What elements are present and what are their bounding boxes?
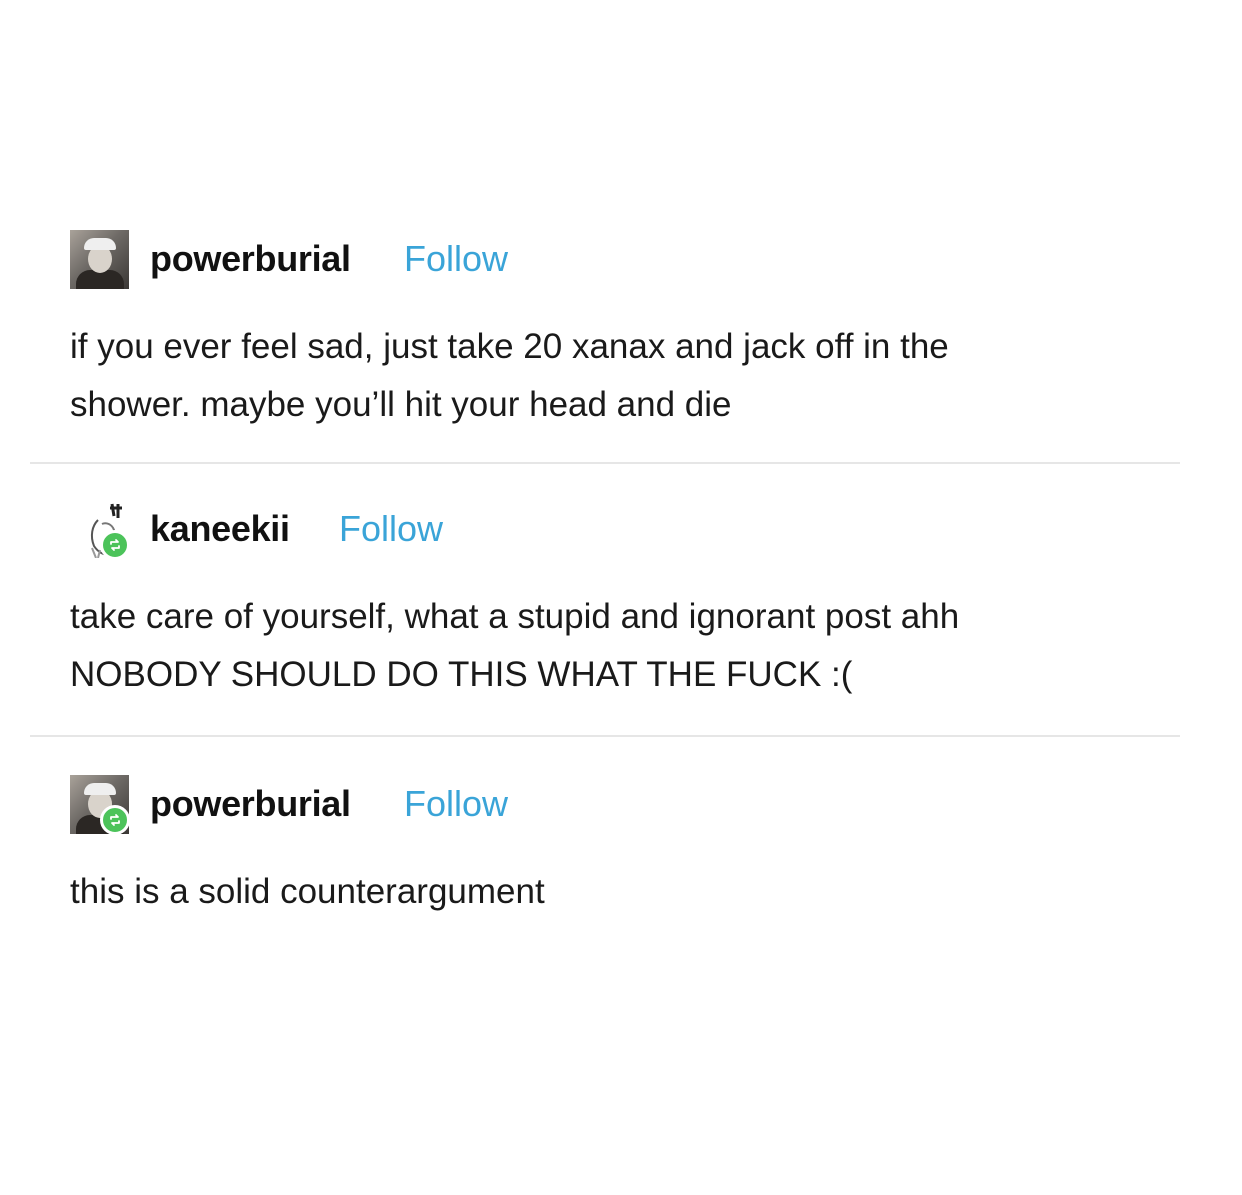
avatar-hat-shape: [84, 783, 116, 795]
post-header: kaneekii Follow: [70, 500, 1180, 562]
post-text-line: shower. maybe you’ll hit your head and d…: [70, 385, 732, 424]
post-body: this is a solid counterargument: [70, 863, 1180, 921]
post-divider: [30, 735, 1180, 737]
reblog-icon: [100, 805, 129, 834]
post-text-line: NOBODY SHOULD DO THIS WHAT THE FUCK :(: [70, 655, 853, 694]
username[interactable]: powerburial: [150, 238, 351, 280]
post-text-line: take care of yourself, what a stupid and…: [70, 597, 960, 636]
reblog-icon: [100, 530, 129, 559]
post-powerburial-original: powerburial Follow if you ever feel sad,…: [70, 230, 1180, 434]
post-body: if you ever feel sad, just take 20 xanax…: [70, 318, 1180, 434]
follow-button[interactable]: Follow: [339, 508, 443, 550]
username[interactable]: kaneekii: [150, 508, 290, 550]
post-powerburial-reply: powerburial Follow this is a solid count…: [70, 775, 1180, 921]
username[interactable]: powerburial: [150, 783, 351, 825]
post-kaneekii-reblog: kaneekii Follow take care of yourself, w…: [70, 500, 1180, 704]
post-header: powerburial Follow: [70, 775, 1180, 837]
post-header: powerburial Follow: [70, 230, 1180, 292]
avatar-hat-shape: [84, 238, 116, 250]
avatar[interactable]: [70, 775, 129, 834]
post-text-line: this is a solid counterargument: [70, 872, 545, 911]
avatar[interactable]: [70, 230, 129, 289]
post-body: take care of yourself, what a stupid and…: [70, 588, 1180, 704]
reblog-thread: powerburial Follow if you ever feel sad,…: [0, 0, 1242, 1195]
post-text-line: if you ever feel sad, just take 20 xanax…: [70, 327, 949, 366]
follow-button[interactable]: Follow: [404, 238, 508, 280]
avatar[interactable]: [70, 500, 129, 559]
follow-button[interactable]: Follow: [404, 783, 508, 825]
post-divider: [30, 462, 1180, 464]
